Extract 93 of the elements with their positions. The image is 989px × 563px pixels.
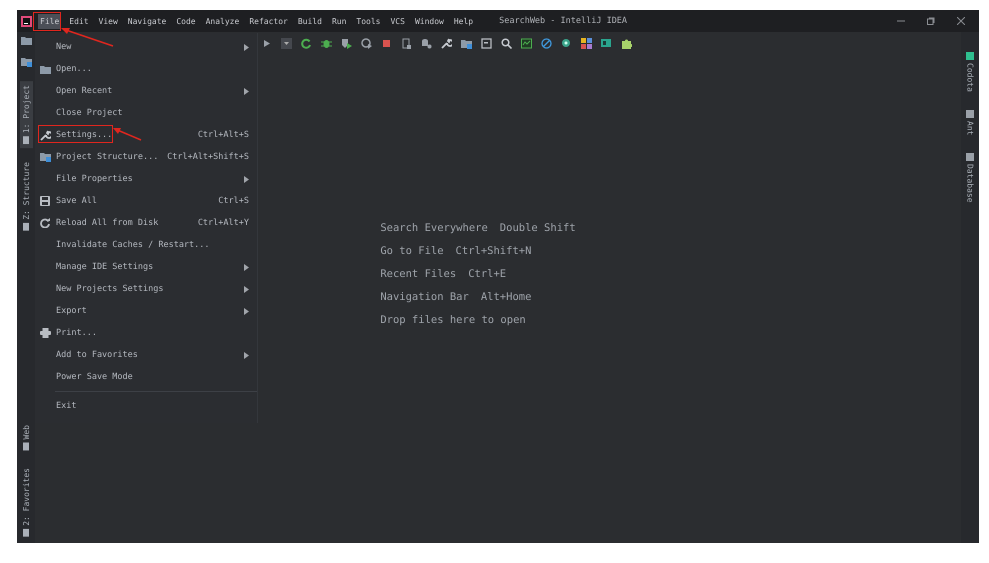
folder-grid-icon [40,152,51,162]
menu-title[interactable]: View [96,14,120,28]
hint-shortcut: Double Shift [500,222,576,234]
shortcut-label: Ctrl+S [218,196,249,206]
menu-item[interactable]: Exit [35,395,257,417]
layout-icon[interactable] [601,38,612,48]
hint-shortcut: Ctrl+Shift+N [456,244,532,256]
tool-window-icon [22,222,30,231]
shortcut-label: Ctrl+Alt+Y [198,218,249,228]
submenu-arrow-icon [244,264,249,270]
menu-item[interactable]: Export [35,300,257,322]
window-icon[interactable] [481,38,492,48]
menu-item[interactable]: Invalidate Caches / Restart... [35,234,257,256]
menu-title[interactable]: Refactor [247,14,290,28]
tool-window-icon [966,153,974,162]
menu-item[interactable]: Settings... Ctrl+Alt+S [35,124,257,146]
menu-item[interactable]: Open Recent [35,80,257,102]
hint-action: Search Everywhere [380,222,488,234]
tool-window-icon [22,529,30,537]
submenu-arrow-icon [244,352,249,358]
menu-title[interactable]: Tools [354,14,382,28]
wrench-icon [40,130,51,140]
monitor-icon[interactable] [521,38,532,48]
folder-grid-icon[interactable] [20,57,32,67]
menu-item[interactable]: Print... [35,322,257,344]
rerun-icon[interactable] [301,38,312,48]
hint-action: Recent Files [380,268,456,280]
tool-window-tab[interactable]: Database [964,149,976,207]
menu-title[interactable]: Analyze [204,14,242,28]
menu-item[interactable]: Open... [35,58,257,80]
menu-item[interactable]: File Properties [35,168,257,190]
submenu-arrow-icon [244,308,249,314]
tool-window-icon [966,110,974,118]
hint-shortcut: Ctrl+E [468,268,506,280]
menu-title[interactable]: Build [296,14,324,28]
shortcut-label: Ctrl+Alt+Shift+S [167,152,249,162]
target-icon[interactable] [561,38,572,48]
tool-window-tab[interactable]: Codota [964,48,976,96]
menu-title[interactable]: Run [330,14,348,28]
menu-item[interactable]: Reload All from Disk Ctrl+Alt+Y [35,212,257,234]
refresh-icon [40,218,50,228]
wrench-icon[interactable] [441,38,452,48]
menu-title[interactable]: Edit [67,14,91,28]
menu-item[interactable]: New Projects Settings [35,278,257,300]
menu-item[interactable]: Manage IDE Settings [35,256,257,278]
menu-item[interactable]: Add to Favorites [35,344,257,366]
tool-window-tab[interactable]: Web [20,420,32,454]
hint-action: Navigation Bar [380,290,469,302]
tool-window-tab[interactable]: Z: Structure [20,158,32,235]
dropdown-icon[interactable] [281,38,292,48]
annotation-arrow [113,128,142,141]
submenu-arrow-icon [244,44,249,50]
restore-icon[interactable] [927,17,935,25]
folder-icon[interactable] [20,36,32,45]
folder-icon [40,64,51,74]
window-title: SearchWeb - IntelliJ IDEA [499,16,628,26]
menu-title[interactable]: File [38,14,62,28]
menu-title[interactable]: VCS [388,14,407,28]
submenu-arrow-icon [244,88,249,94]
search-icon[interactable] [501,38,512,48]
puzzle-icon[interactable] [621,38,632,48]
hint-action: Go to File [380,244,444,256]
menu-title[interactable]: Navigate [126,14,168,28]
tool-window-tab[interactable]: Ant [964,106,976,140]
menu-title[interactable]: Help [452,14,476,28]
floppy-icon [40,196,50,206]
submenu-arrow-icon [244,286,249,292]
play-icon[interactable] [261,38,272,48]
folder-icon[interactable] [461,38,472,48]
tool-window-icon [966,52,974,60]
menu-title[interactable]: Window [412,14,446,28]
app-logo-icon [21,16,32,26]
device-icon[interactable] [401,38,412,48]
annotation-box [33,12,61,31]
bug-icon[interactable] [321,38,332,48]
hint-shortcut: Alt+Home [480,290,532,302]
blocked-icon[interactable] [541,38,552,48]
shortcut-label: Ctrl+Alt+S [198,130,249,140]
submenu-arrow-icon [244,176,249,182]
tool-window-icon [22,442,30,450]
menu-item[interactable]: Project Structure... Ctrl+Alt+Shift+S [35,146,257,168]
menu-title[interactable]: Code [174,14,198,28]
drop-hint: Drop files here to open [380,314,526,326]
tool-window-tab[interactable]: 2: Favorites [20,464,32,541]
tool-window-tab[interactable]: 1: Project [20,81,32,148]
menu-item[interactable]: Power Save Mode [35,366,257,388]
tool-window-icon [22,136,30,144]
close-icon[interactable] [957,17,965,25]
menu-item[interactable]: Save All Ctrl+S [35,190,257,212]
stop-icon[interactable] [381,38,392,48]
menu-item[interactable]: Close Project [35,102,257,124]
blocks-icon[interactable] [581,38,592,48]
menu-item[interactable]: New [35,36,257,58]
